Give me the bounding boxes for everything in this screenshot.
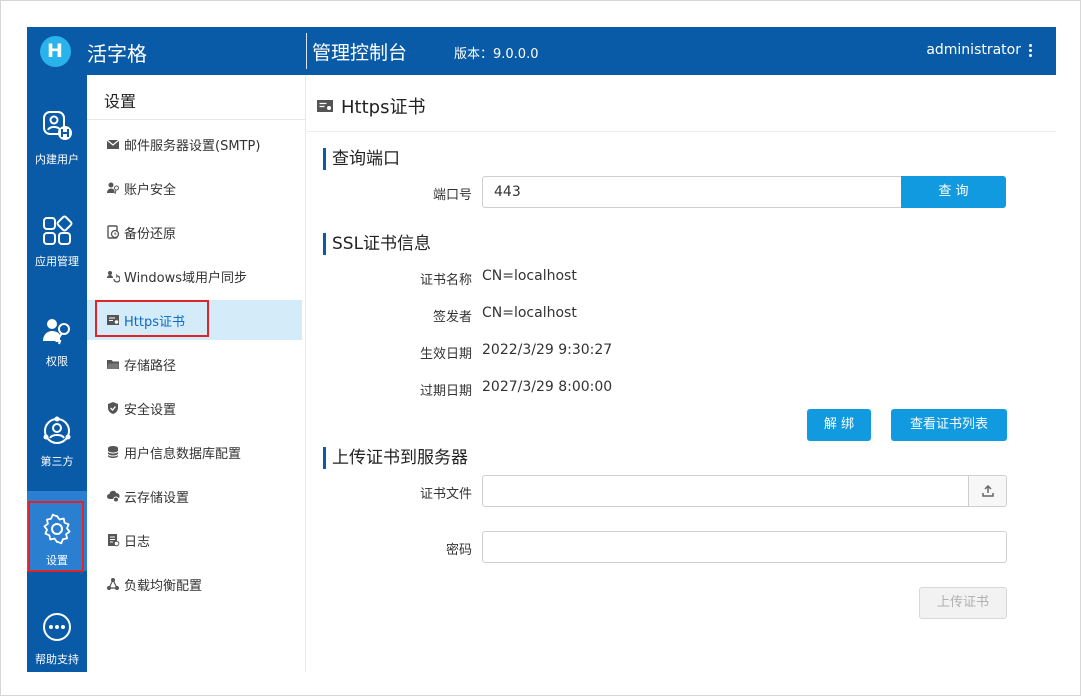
valid-from-label: 生效日期 — [419, 347, 472, 362]
permission-key-icon — [43, 319, 70, 345]
issuer-label: 签发者 — [432, 310, 472, 325]
port-input[interactable]: 443 — [482, 176, 902, 208]
highlight-box-settings — [28, 501, 84, 572]
menu-item-storage-path[interactable]: 存储路径 — [87, 344, 302, 384]
header-divider — [306, 33, 307, 69]
menu-item-label: 安全设置 — [124, 403, 177, 418]
menu-item-user-db-config[interactable]: 用户信息数据库配置 — [87, 432, 302, 472]
menu-item-label: Windows域用户同步 — [124, 271, 248, 286]
rail-item-help[interactable]: 帮助支持 — [27, 605, 87, 672]
rail-item-third-party[interactable]: 第三方 — [27, 409, 87, 477]
cert-file-input[interactable] — [482, 475, 969, 507]
menu-item-label: 用户信息数据库配置 — [124, 447, 242, 462]
top-header: H 活字格 管理控制台 版本：9.0.0.0 administrator — [27, 27, 1056, 75]
cloud-gear-icon — [107, 490, 120, 503]
certificate-icon — [317, 100, 333, 112]
menu-item-label: 云存储设置 — [124, 491, 190, 506]
menu-item-backup-restore[interactable]: 备份还原 — [87, 212, 302, 252]
menu-item-smtp[interactable]: 邮件服务器设置(SMTP) — [87, 124, 302, 164]
rail-label: 权限 — [46, 355, 68, 368]
primary-nav-rail: 内建用户 应用管理 权限 第三方 设置 帮助支持 — [27, 75, 87, 672]
database-icon — [107, 446, 119, 458]
page-title-text: Https证书 — [341, 97, 426, 118]
menu-item-cloud-storage[interactable]: 云存储设置 — [87, 476, 302, 516]
menu-item-security-settings[interactable]: 安全设置 — [87, 388, 302, 428]
cert-file-label: 证书文件 — [419, 487, 472, 502]
issuer-value: CN=localhost — [482, 305, 577, 321]
title-divider — [307, 131, 1056, 132]
rail-label: 应用管理 — [35, 255, 79, 268]
section-upload-cert: 上传证书到服务器 — [323, 447, 468, 469]
user-key-icon — [107, 182, 119, 195]
window-frame: H 活字格 管理控制台 版本：9.0.0.0 administrator 内建用… — [0, 0, 1081, 696]
menu-item-label: 日志 — [124, 535, 151, 550]
menu-item-label: 邮件服务器设置(SMTP) — [124, 139, 261, 154]
valid-from-value: 2022/3/29 9:30:27 — [482, 342, 613, 358]
upload-icon — [982, 484, 994, 497]
upload-cert-button[interactable]: 上传证书 — [919, 587, 1007, 619]
password-input[interactable] — [482, 531, 1007, 563]
rail-label: 帮助支持 — [35, 653, 79, 666]
valid-to-value: 2027/3/29 8:00:00 — [482, 379, 613, 395]
menu-title: 设置 — [104, 92, 137, 111]
more-vertical-icon[interactable] — [1029, 44, 1033, 58]
user-h-icon — [43, 111, 72, 140]
menu-item-label: 账户安全 — [124, 183, 177, 198]
menu-item-windows-sync[interactable]: Windows域用户同步 — [87, 256, 302, 296]
console-title: 管理控制台 — [312, 42, 408, 64]
file-upload-button[interactable] — [968, 475, 1007, 507]
menu-item-label: 备份还原 — [124, 227, 177, 242]
highlight-box-https — [95, 300, 209, 337]
app: H 活字格 管理控制台 版本：9.0.0.0 administrator 内建用… — [27, 27, 1056, 672]
version-label: 版本：9.0.0.0 — [454, 47, 539, 62]
log-icon — [108, 534, 120, 547]
view-cert-list-button[interactable]: 查看证书列表 — [891, 409, 1007, 441]
rail-item-permissions[interactable]: 权限 — [27, 309, 87, 377]
rail-item-builtin-users[interactable]: 内建用户 — [27, 109, 87, 177]
menu-item-label: 存储路径 — [124, 359, 177, 374]
unbind-button[interactable]: 解 绑 — [807, 409, 871, 441]
sync-users-icon — [107, 271, 120, 283]
port-label: 端口号 — [432, 188, 472, 203]
password-label: 密码 — [445, 543, 472, 558]
mail-icon — [106, 139, 120, 149]
rail-label: 第三方 — [40, 455, 74, 468]
cert-name-value: CN=localhost — [482, 268, 577, 284]
menu-item-label: 负载均衡配置 — [124, 579, 203, 594]
third-party-icon — [43, 416, 71, 444]
folder-icon — [107, 360, 119, 369]
rail-item-app-management[interactable]: 应用管理 — [27, 209, 87, 277]
cert-name-label: 证书名称 — [419, 273, 472, 288]
settings-menu: 设置 邮件服务器设置(SMTP) 账户安全 备份还原 Windows域用户同步 … — [87, 75, 306, 672]
query-button[interactable]: 查 询 — [901, 176, 1006, 208]
section-query-port: 查询端口 — [323, 148, 400, 170]
apps-icon — [43, 215, 73, 245]
ellipsis-circle-icon — [43, 613, 71, 641]
user-name[interactable]: administrator — [926, 42, 1021, 58]
menu-item-logs[interactable]: 日志 — [87, 520, 302, 560]
menu-item-account-security[interactable]: 账户安全 — [87, 168, 302, 208]
menu-item-load-balance[interactable]: 负载均衡配置 — [87, 564, 302, 604]
shield-icon — [108, 402, 118, 414]
brand-name: 活字格 — [87, 42, 147, 66]
valid-to-label: 过期日期 — [419, 384, 472, 399]
main-content: Https证书 查询端口 端口号 443 查 询 SSL证书信息 证书名称 CN… — [307, 75, 1056, 672]
backup-icon — [107, 225, 120, 239]
page-title: Https证书 — [317, 93, 425, 119]
menu-divider — [87, 119, 306, 120]
rail-label: 内建用户 — [35, 153, 79, 166]
load-balance-icon — [107, 578, 119, 590]
section-ssl-info: SSL证书信息 — [323, 233, 431, 255]
logo-icon: H — [40, 36, 71, 67]
